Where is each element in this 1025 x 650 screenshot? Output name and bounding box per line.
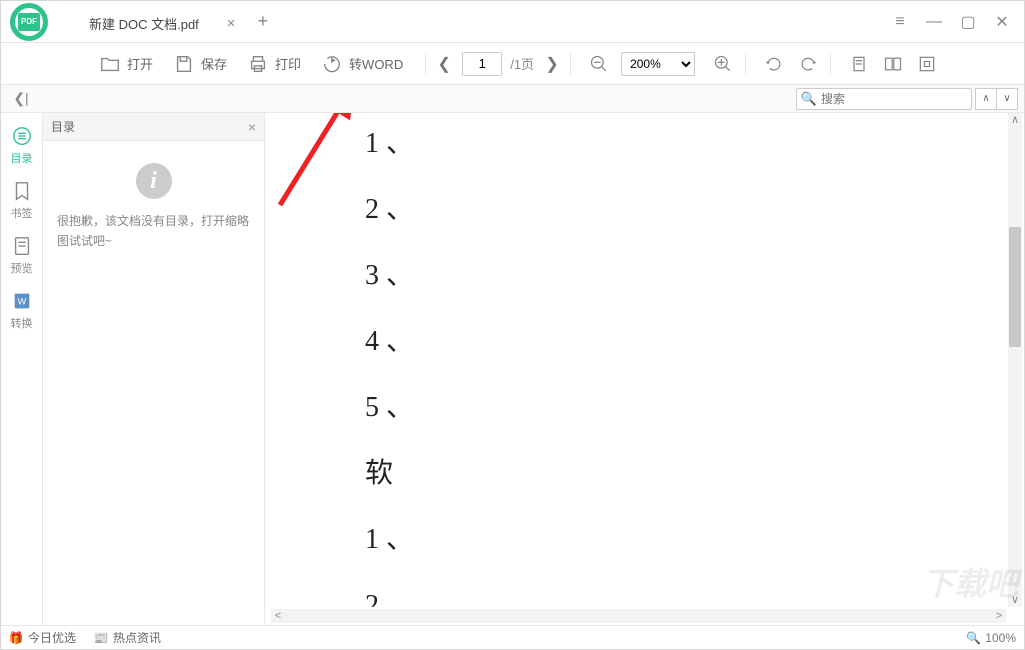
vertical-scroll-thumb[interactable] [1009,227,1021,347]
scroll-left-arrow-icon[interactable]: < [271,610,285,622]
prev-page-button[interactable]: ❮ [434,54,454,74]
document-viewport: 1 、2 、3 、4 、5 、软1 、2 、3 、4 、 ∧ ∨ < > 下载吧 [265,113,1024,625]
collapse-sidebar-button[interactable]: ❮| [1,90,41,107]
close-window-icon[interactable]: ✕ [994,14,1010,30]
single-page-view-button[interactable] [845,50,873,78]
rail-preview[interactable]: 预览 [1,229,42,284]
word-icon: W [11,290,33,312]
secondary-bar: ❮| 🔍 ∧ ∨ [1,85,1024,113]
open-label: 打开 [127,54,153,73]
minimize-icon[interactable]: — [926,14,942,30]
zoom-in-button[interactable] [709,50,737,78]
save-icon [173,53,195,75]
rotate-right-icon [798,54,818,74]
menu-icon[interactable]: ≡ [892,14,908,30]
save-button[interactable]: 保存 [167,49,233,79]
sidebar-empty-message: 很抱歉，该文档没有目录，打开缩略图试试吧~ [57,211,250,252]
convert-word-label: 转WORD [349,54,403,73]
status-bar: 🎁 今日优选 📰 热点资讯 🔍 100% [1,625,1024,649]
toc-icon [11,125,33,147]
sidebar-title: 目录 [51,118,75,135]
print-label: 打印 [275,54,301,73]
status-featured-label: 今日优选 [28,629,76,646]
scroll-right-arrow-icon[interactable]: > [992,610,1006,622]
rail-toc[interactable]: 目录 [1,119,42,174]
page-total-label: /1页 [510,54,534,73]
open-button[interactable]: 打开 [93,49,159,79]
app-logo: PDF [7,0,51,44]
fit-page-button[interactable] [913,50,941,78]
sidebar-panel: 目录 × i 很抱歉，该文档没有目录，打开缩略图试试吧~ [43,113,265,625]
gift-icon: 🎁 [9,631,23,645]
tab-title: 新建 DOC 文档.pdf [89,14,199,33]
sidebar-header: 目录 × [43,113,264,141]
convert-word-button[interactable]: 转WORD [315,49,409,79]
document-line: 4 、 [365,319,1006,359]
document-page: 1 、2 、3 、4 、5 、软1 、2 、3 、4 、 [271,113,1006,607]
rail-preview-label: 预览 [11,260,33,276]
document-line: 2 、 [365,583,1006,607]
rotate-left-button[interactable] [760,50,788,78]
rotate-right-button[interactable] [794,50,822,78]
title-bar: PDF 新建 DOC 文档.pdf × + ≡ — ▢ ✕ [1,1,1024,43]
status-featured[interactable]: 🎁 今日优选 [9,629,76,646]
next-page-button[interactable]: ❯ [542,54,562,74]
info-icon: i [136,163,172,199]
status-news-label: 热点资讯 [113,629,161,646]
search-next-button[interactable]: ∨ [996,88,1018,110]
rail-bookmarks-label: 书签 [11,205,33,221]
maximize-icon[interactable]: ▢ [960,14,976,30]
document-line: 1 、 [365,517,1006,557]
search-icon: 🔍 [797,91,821,107]
search-prev-button[interactable]: ∧ [975,88,997,110]
status-zoom[interactable]: 🔍 100% [966,631,1016,645]
document-line: 2 、 [365,187,1006,227]
folder-icon [99,53,121,75]
zoom-out-button[interactable] [585,50,613,78]
bookmark-icon [11,180,33,202]
document-line: 3 、 [365,253,1006,293]
document-line: 软 [365,451,1006,491]
zoom-in-icon [713,54,733,74]
rail-bookmarks[interactable]: 书签 [1,174,42,229]
status-news[interactable]: 📰 热点资讯 [94,629,161,646]
zoom-out-icon [589,54,609,74]
two-page-icon [883,54,903,74]
scroll-down-arrow-icon[interactable]: ∨ [1011,593,1019,607]
svg-text:W: W [17,297,26,307]
rail-convert[interactable]: W 转换 [1,284,42,339]
left-rail: 目录 书签 预览 W 转换 [1,113,43,625]
news-icon: 📰 [94,631,108,645]
rotate-left-icon [764,54,784,74]
zoom-status-icon: 🔍 [966,631,981,645]
fit-page-icon [917,54,937,74]
toolbar: 打开 保存 打印 转WORD ❮ /1页 ❯ 200% [1,43,1024,85]
rail-convert-label: 转换 [11,315,33,331]
horizontal-scrollbar[interactable]: < > [271,609,1006,623]
new-tab-button[interactable]: + [258,11,269,32]
export-icon [321,53,343,75]
search-input[interactable] [821,92,971,106]
scroll-up-arrow-icon[interactable]: ∧ [1011,113,1019,127]
print-icon [247,53,269,75]
sidebar-close-icon[interactable]: × [248,119,256,135]
preview-icon [11,235,33,257]
document-line: 5 、 [365,385,1006,425]
two-page-view-button[interactable] [879,50,907,78]
document-tab[interactable]: 新建 DOC 文档.pdf × [79,9,246,41]
document-line: 1 、 [365,121,1006,161]
status-zoom-label: 100% [985,631,1016,645]
print-button[interactable]: 打印 [241,49,307,79]
rail-toc-label: 目录 [11,150,33,166]
vertical-scrollbar[interactable]: ∧ ∨ [1008,113,1022,607]
page-number-input[interactable] [462,52,502,76]
tab-close-icon[interactable]: × [227,15,236,32]
single-page-icon [849,54,869,74]
zoom-select[interactable]: 200% [621,52,695,76]
save-label: 保存 [201,54,227,73]
search-box[interactable]: 🔍 [796,88,972,110]
